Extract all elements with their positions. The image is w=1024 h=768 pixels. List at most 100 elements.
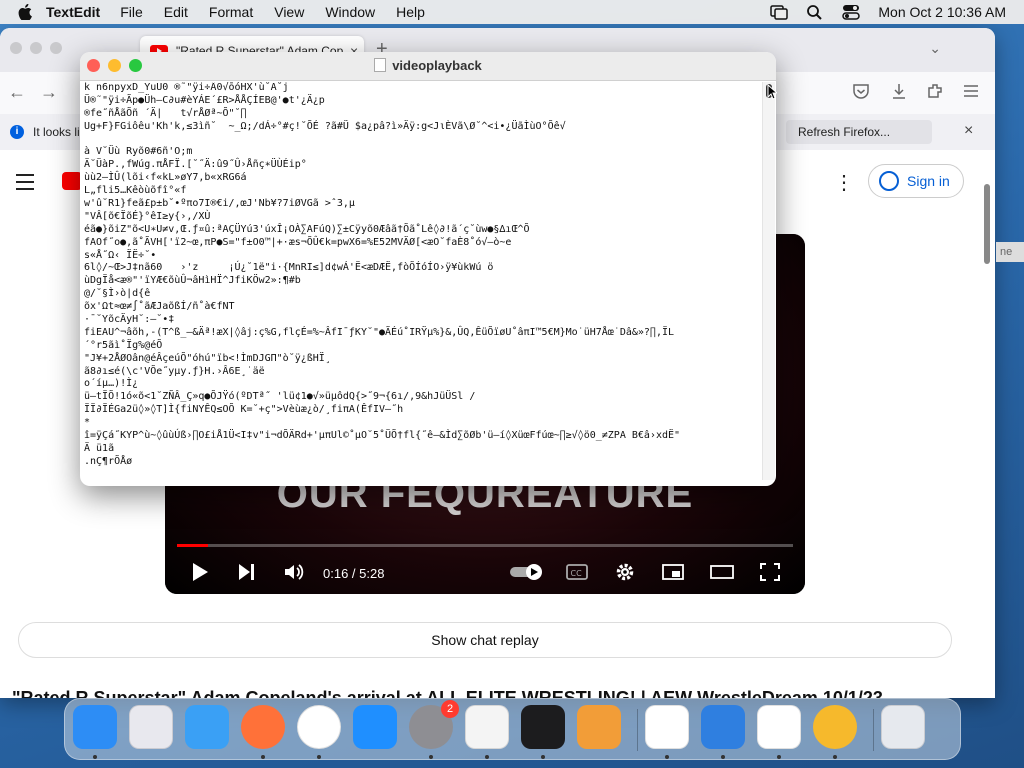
control-center-icon[interactable] [842,4,861,20]
text-line: * [84,417,91,429]
trash-icon[interactable] [881,705,925,749]
running-indicator [665,755,669,759]
back-arrow-icon[interactable]: ← [8,82,26,103]
parallels-icon[interactable] [757,705,801,749]
menu-view[interactable]: View [274,4,304,20]
menu-file[interactable]: File [120,4,143,20]
running-indicator [429,755,433,759]
text-line: .nÇ¶rÕÅø [84,455,133,467]
running-indicator [261,755,265,759]
play-icon[interactable] [191,562,209,582]
safari-icon[interactable] [185,705,229,749]
text-line: o´íµ…)!Ì¿ [84,378,139,390]
miniplayer-icon[interactable] [661,562,685,582]
text-line: w'û˘R1}feã£p±b˘•ºπo7I®€i/,œJ'Nb¥?7iØVGã … [84,198,355,210]
refresh-firefox-button[interactable]: Refresh Firefox... [786,120,932,144]
weather-icon[interactable] [701,705,745,749]
volume-icon[interactable] [283,562,305,582]
chrome-icon[interactable] [297,705,341,749]
player-controls: 0:16 / 5:28 CC [165,554,805,594]
next-video-icon[interactable] [237,562,257,582]
hamburger-menu-icon[interactable] [962,82,980,100]
menu-window[interactable]: Window [325,4,375,20]
running-indicator [485,755,489,759]
text-line: "J¥+2ÅØOân@éÂçeúÕ"óhú"ïb<!ÌmDJGΠ"ò˘ÿ¿ßHÏ… [84,352,331,364]
video-title: "Rated R Superstar" Adam Copeland's arri… [12,688,883,698]
terminal-icon[interactable] [521,705,565,749]
garageband-icon[interactable] [577,705,621,749]
text-line: fAOf˝o●,ã˚ÃVH['ï2~œ,πP●S="f±O0™|+·æs¬ÕÛ€… [84,236,512,248]
menu-clock[interactable]: Mon Oct 2 10:36 AM [878,4,1006,20]
chevron-down-icon[interactable]: ⌄ [929,40,941,57]
youtube-menu-icon[interactable] [16,174,34,195]
close-notification-icon[interactable]: × [964,122,973,140]
text-line: 6l◊/~Œ>J‡nã60 ›'z ¡Ú¿˘1ë"i·{MnRI≤]d¢wÁ'Ë… [84,262,494,274]
download-icon[interactable] [890,82,908,100]
svg-text:CC: CC [571,569,583,578]
pocket-icon[interactable] [852,82,870,100]
theater-mode-icon[interactable] [709,562,735,582]
forward-arrow-icon[interactable]: → [40,82,58,103]
dock: 2 [64,698,961,760]
spotlight-search-icon[interactable] [806,4,824,20]
notification-text: It looks li [33,125,80,139]
settings-gear-icon[interactable] [615,562,635,582]
system-preferences-icon[interactable]: 2 [409,700,459,749]
youtube-logo-icon[interactable] [62,172,82,190]
fullscreen-icon[interactable] [759,562,781,582]
document-title: videoplayback [80,58,776,73]
minimize-window-button[interactable] [30,42,42,54]
text-line: ®fe˝ñÅãÕñ ´Ä| t√rÅØª~Õ"˘∏ [84,107,247,119]
running-indicator [93,755,97,759]
text-document-body[interactable]: k n6npyxD_YuU0 ®˜"ÿi÷Â0√ōóHX'ù˘Ä˘j Ü®˜"ÿi… [84,82,756,480]
text-line [84,134,756,147]
running-indicator [833,755,837,759]
running-indicator [317,755,321,759]
show-chat-replay-button[interactable]: Show chat replay [18,622,952,658]
text-line: ùDgÏå<æ®"'ïYÆ€õùÛ¬âHìHÏ^JfiKÖw2»:¶#b [84,275,301,287]
text-line: ·¯˘YõcÄyH˘:—˘•‡ [84,314,175,326]
extensions-icon[interactable] [926,82,944,100]
text-line: Ug+F}FGiôêu'Kh'k,≤3ìñ˘ ~_Ω;/dÁ÷°#ç!˘ÕÉ ?… [84,120,566,132]
launchpad-icon[interactable] [129,705,173,749]
finder-icon[interactable] [73,705,117,749]
dock-separator [637,709,638,751]
text-line: ùù2—ÌÛ(lõi‹f«kL»øY7,b«xRG6á [84,172,247,184]
text-line: L„fli5…Kêòùõfî°«f [84,185,187,197]
dock-separator [873,709,874,751]
text-line: ´°r5ãì˚Ïg%@éÕ [84,339,163,351]
user-account-icon [879,171,899,191]
screen-mirroring-icon[interactable] [770,4,789,20]
menu-bar: TextEdit File Edit Format View Window He… [0,0,1024,24]
text-line: s«Å˝Ω‹ ÏË÷˘• [84,249,157,261]
autoplay-toggle-icon[interactable] [509,562,545,582]
app-store-icon[interactable] [353,705,397,749]
zoom-window-button[interactable] [50,42,62,54]
firefox-icon[interactable] [241,705,285,749]
menu-help[interactable]: Help [396,4,425,20]
video-progress-fill [177,544,208,547]
close-window-button[interactable] [10,42,22,54]
menu-edit[interactable]: Edit [164,4,188,20]
sign-in-button[interactable]: Sign in [868,164,964,198]
captions-icon[interactable]: CC [565,562,589,582]
vscode-icon[interactable] [645,705,689,749]
info-icon: i [10,125,24,139]
more-options-icon[interactable]: ⋮ [834,170,854,195]
time-display: 0:16 / 5:28 [323,566,385,581]
text-line: Ä ü1ã [84,442,115,454]
text-line: ã8∂ı≤é(\c'VÕe˝yµy.ƒ}H.›Â6E¸˙äë [84,365,265,377]
menu-format[interactable]: Format [209,4,253,20]
amphetamine-icon[interactable] [813,705,857,749]
video-progress-bar[interactable] [177,544,793,547]
apple-icon[interactable] [18,4,32,20]
running-indicator [721,755,725,759]
app-name[interactable]: TextEdit [46,4,100,20]
text-line: õx'Ωt≈œ≠∫˚ãÆJaõßÍ/ñ˚à€fNT [84,301,235,313]
background-window-edge[interactable]: ne [996,242,1024,262]
textedit-titlebar[interactable]: videoplayback [80,52,776,81]
text-line: ü—tÏÕ!1ó«õ<1˘ZÑÂ_Ç»q●ÕJŸó(ºDTª˝ 'lü¢1●√»… [84,391,476,403]
page-scrollbar[interactable] [984,184,990,264]
textedit-scrollbar[interactable] [762,82,775,480]
textedit-icon[interactable] [465,705,509,749]
